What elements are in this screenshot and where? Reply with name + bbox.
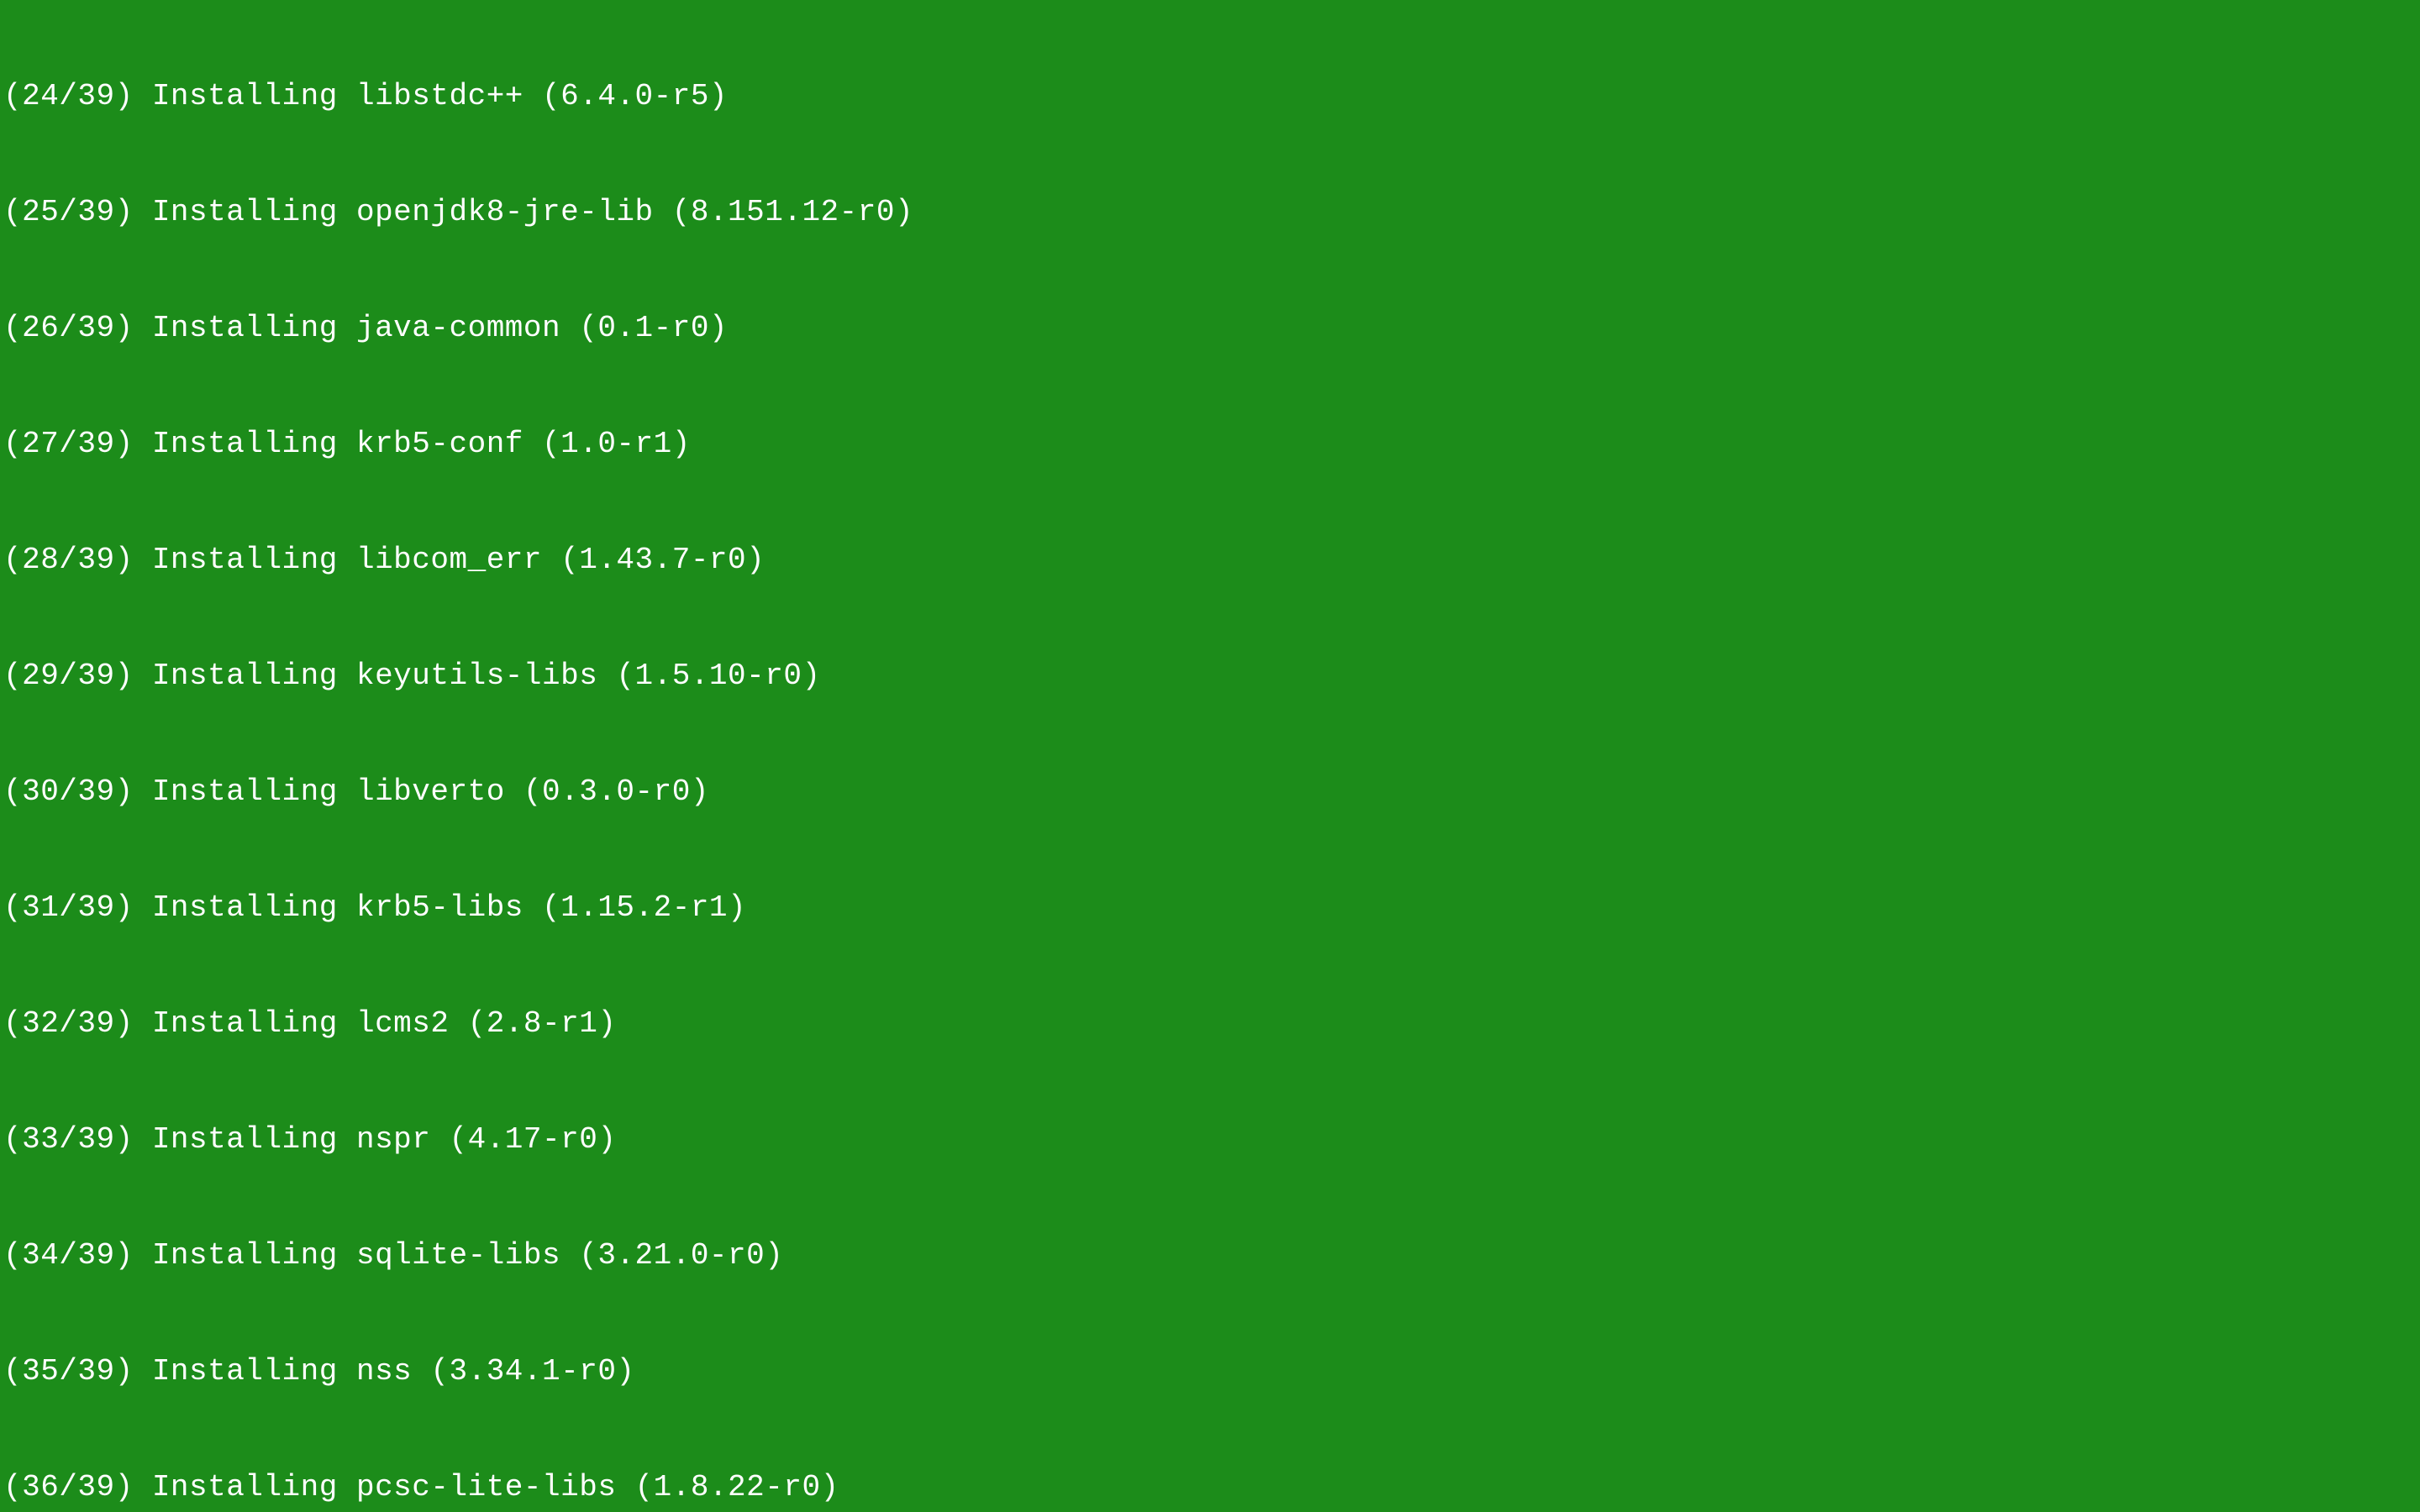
output-line: (30/39) Installing libverto (0.3.0-r0) (3, 773, 2417, 811)
output-line: (36/39) Installing pcsc-lite-libs (1.8.2… (3, 1468, 2417, 1507)
output-line: (31/39) Installing krb5-libs (1.15.2-r1) (3, 889, 2417, 927)
output-line: (35/39) Installing nss (3.34.1-r0) (3, 1352, 2417, 1391)
output-line: (26/39) Installing java-common (0.1-r0) (3, 309, 2417, 348)
terminal[interactable]: (24/39) Installing libstdc++ (6.4.0-r5) … (0, 0, 2420, 1512)
output-line: (27/39) Installing krb5-conf (1.0-r1) (3, 425, 2417, 464)
output-line: (33/39) Installing nspr (4.17-r0) (3, 1121, 2417, 1159)
output-line: (32/39) Installing lcms2 (2.8-r1) (3, 1005, 2417, 1043)
output-line: (29/39) Installing keyutils-libs (1.5.10… (3, 657, 2417, 696)
output-line: (34/39) Installing sqlite-libs (3.21.0-r… (3, 1236, 2417, 1275)
output-line: (25/39) Installing openjdk8-jre-lib (8.1… (3, 193, 2417, 232)
output-line: (24/39) Installing libstdc++ (6.4.0-r5) (3, 77, 2417, 116)
output-line: (28/39) Installing libcom_err (1.43.7-r0… (3, 541, 2417, 580)
